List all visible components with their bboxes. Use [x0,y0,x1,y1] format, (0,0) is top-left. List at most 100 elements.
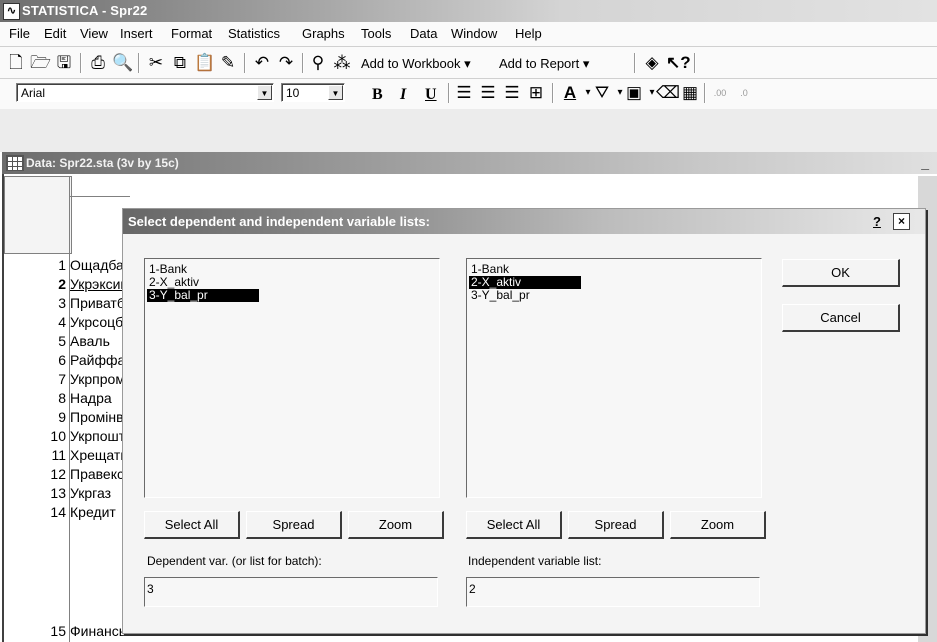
print-preview-icon[interactable]: 🔍 [112,53,133,73]
menu-tools[interactable]: Tools [361,26,391,42]
border-icon[interactable]: ▣ [624,83,644,103]
row-number[interactable]: 13 [4,484,66,503]
open-folder-icon[interactable]: 🗁 [30,53,51,73]
chevron-down-icon[interactable]: ▼ [257,85,272,100]
font-name-combo[interactable]: Arial ▼ [16,83,274,102]
chevron-down-icon[interactable]: ▼ [328,85,343,100]
add-to-report-button[interactable]: Add to Report ▾ [499,56,589,72]
bold-button[interactable]: B [372,86,383,104]
table-cell[interactable]: Укрэксимбанк [70,275,130,294]
table-cell[interactable]: Укрпромбанк [70,370,130,389]
cut-icon[interactable]: ✂ [146,53,166,73]
redo-icon[interactable]: ↷ [276,53,296,73]
menu-data[interactable]: Data [410,26,437,42]
zoom-independent-button[interactable]: Zoom [670,511,766,539]
align-right-icon[interactable]: ☰ [502,83,522,103]
select-all-independent-button[interactable]: Select All [466,511,562,539]
copy-icon[interactable]: ⧉ [170,53,190,73]
row-number[interactable]: 9 [4,408,66,427]
list-item[interactable]: 3-Y_bal_pr [469,289,532,302]
row-number[interactable]: 2 [4,275,66,294]
menu-help[interactable]: Help [515,26,542,42]
replace-icon[interactable]: ⁂ [332,53,352,73]
row-number[interactable]: 15 [4,622,66,641]
row-number[interactable]: 3 [4,294,66,313]
close-button[interactable]: × [893,213,910,230]
table-cell[interactable]: Кредит [70,503,130,522]
format-painter-icon[interactable]: ✎ [218,53,238,73]
row-number[interactable]: 6 [4,351,66,370]
zoom-dependent-button[interactable]: Zoom [348,511,444,539]
row-number[interactable]: 11 [4,446,66,465]
row-number[interactable]: 10 [4,427,66,446]
table-cell[interactable]: Промінвест [70,408,130,427]
fill-color-icon[interactable]: ⛛ [592,83,612,103]
menu-insert[interactable]: Insert [120,26,153,42]
table-cell[interactable]: Укргаз [70,484,130,503]
undo-icon[interactable]: ↶ [252,53,272,73]
menu-edit[interactable]: Edit [44,26,66,42]
context-help-icon[interactable]: ↖? [666,53,691,73]
row-number[interactable]: 7 [4,370,66,389]
dialog-title-bar[interactable]: Select dependent and independent variabl… [123,209,925,234]
independent-variable-list[interactable]: 1-Bank 2-X_aktiv 3-Y_bal_pr [466,258,762,498]
minimize-button[interactable]: _ [921,154,929,172]
increase-decimal-icon[interactable]: .00 [710,83,730,103]
table-cell[interactable]: Правекс [70,465,130,484]
underline-button[interactable]: U [425,86,437,104]
data-window-title-bar[interactable]: Data: Spr22.sta (3v by 15c) _ [2,152,937,174]
font-color-icon[interactable]: A [560,83,580,103]
dependent-var-field[interactable]: 3 [144,577,438,607]
menu-statistics[interactable]: Statistics [228,26,280,42]
menu-format[interactable]: Format [171,26,212,42]
menu-file[interactable]: File [9,26,30,42]
table-cell[interactable]: Приватбанк [70,294,130,313]
add-to-workbook-button[interactable]: Add to Workbook ▾ [361,56,471,72]
find-binoculars-icon[interactable]: ⚲ [308,53,328,73]
row-number[interactable]: 12 [4,465,66,484]
table-cell[interactable]: Надра [70,389,130,408]
row-number[interactable]: 4 [4,313,66,332]
cancel-button[interactable]: Cancel [782,304,900,332]
table-cell[interactable]: Аваль [70,332,130,351]
row-number[interactable]: 8 [4,389,66,408]
select-all-dependent-button[interactable]: Select All [144,511,240,539]
font-size-value: 10 [286,86,300,100]
align-left-icon[interactable]: ☰ [454,83,474,103]
grid-corner-header[interactable] [4,176,72,254]
grid-pattern-icon[interactable]: ▦ [680,83,700,103]
table-cell[interactable]: Хрещатик [70,446,130,465]
menu-view[interactable]: View [80,26,108,42]
row-number[interactable]: 1 [4,256,66,275]
cell-format-icon[interactable]: ⊞ [526,83,546,103]
table-cell[interactable]: Укрпошта [70,427,130,446]
spread-independent-button[interactable]: Spread [568,511,664,539]
decrease-decimal-icon[interactable]: .0 [734,83,754,103]
font-size-combo[interactable]: 10 ▼ [281,83,345,102]
spread-dependent-button[interactable]: Spread [246,511,342,539]
menu-window[interactable]: Window [451,26,497,42]
save-icon[interactable]: 🖫 [54,53,74,73]
row-number[interactable]: 14 [4,503,66,522]
row-number[interactable]: 5 [4,332,66,351]
align-center-icon[interactable]: ☰ [478,83,498,103]
help-button[interactable]: ? [873,214,881,230]
new-file-icon[interactable]: 🗋 [6,53,26,73]
toolbar-separator [80,53,82,73]
standard-toolbar: 🗋 🗁 🖫 ⎙ 🔍 ✂ ⧉ 📋 ✎ ↶ ↷ ⚲ ⁂ Add to Workboo… [0,46,937,79]
independent-var-field[interactable]: 2 [466,577,760,607]
table-cell[interactable]: Ощадбанк [70,256,130,275]
clear-format-icon[interactable]: ⌫ [656,83,680,103]
dependent-variable-list[interactable]: 1-Bank 2-X_aktiv 3-Y_bal_pr [144,258,440,498]
menu-graphs[interactable]: Graphs [302,26,345,42]
list-item-selected[interactable]: 3-Y_bal_pr [147,289,259,302]
paste-icon[interactable]: 📋 [194,53,215,73]
print-icon[interactable]: ⎙ [88,53,108,73]
app-logo-icon[interactable]: ∿ [3,3,20,20]
statistics-icon[interactable]: ◈ [642,53,662,73]
table-cell[interactable]: Райффайзен [70,351,130,370]
toolbar-separator [704,83,706,103]
table-cell[interactable]: Укрсоцбанк [70,313,130,332]
ok-button[interactable]: OK [782,259,900,287]
italic-button[interactable]: I [400,86,406,104]
